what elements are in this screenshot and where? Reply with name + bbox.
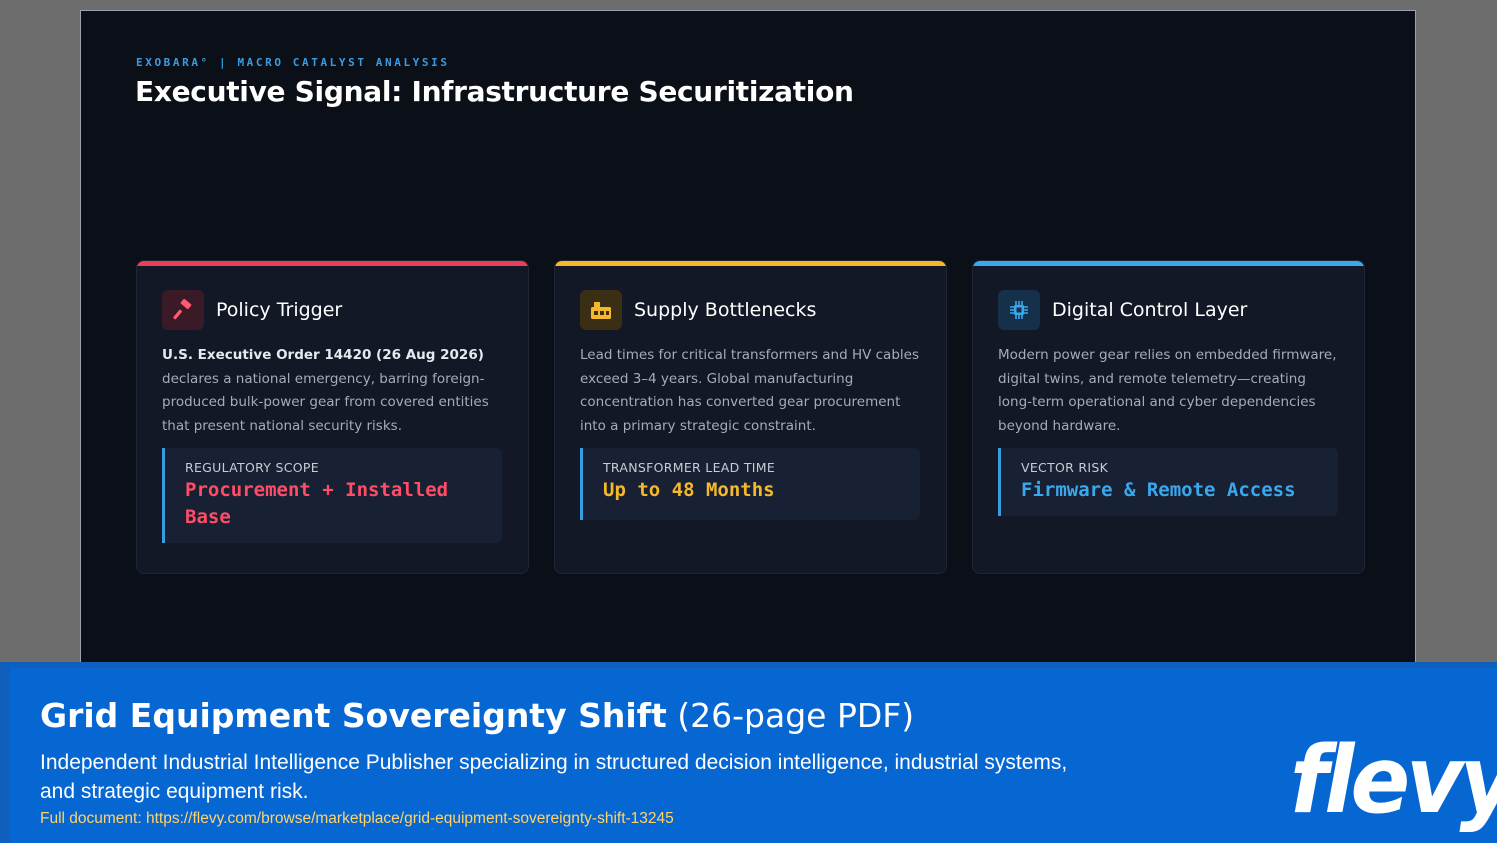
- card-policy-trigger: Policy Trigger U.S. Executive Order 1442…: [136, 260, 529, 574]
- card-header: Policy Trigger: [162, 290, 342, 330]
- card-body: U.S. Executive Order 14420 (26 Aug 2026)…: [162, 344, 507, 438]
- callout-value: Up to 48 Months: [603, 479, 775, 501]
- callout-box: VECTOR RISK Firmware & Remote Access: [998, 448, 1338, 516]
- card-accent-bar: [973, 261, 1364, 266]
- card-title: Policy Trigger: [216, 299, 343, 321]
- document-title-main: Grid Equipment Sovereignty Shift: [40, 696, 667, 735]
- card-body: Modern power gear relies on embedded fir…: [998, 344, 1343, 438]
- card-body-text: declares a national emergency, barring f…: [162, 370, 489, 434]
- card-accent-bar: [137, 261, 528, 266]
- card-title: Supply Bottlenecks: [634, 299, 817, 321]
- document-description: Independent Industrial Intelligence Publ…: [40, 751, 1068, 803]
- card-body-text: Lead times for critical transformers and…: [580, 347, 919, 434]
- card-title: Digital Control Layer: [1052, 299, 1248, 321]
- factory-icon: [580, 290, 622, 330]
- card-accent-bar: [555, 261, 946, 266]
- slide-kicker: EXOBARA° | MACRO CATALYST ANALYSIS: [136, 56, 450, 69]
- card-supply-bottlenecks: Supply Bottlenecks Lead times for critic…: [554, 260, 947, 574]
- footer-panel: Grid Equipment Sovereignty Shift (26-pag…: [10, 668, 1497, 843]
- gavel-icon: [162, 290, 204, 330]
- callout-label: VECTOR RISK: [1021, 460, 1109, 475]
- card-body-text: Modern power gear relies on embedded fir…: [998, 347, 1337, 434]
- flevy-logo[interactable]: flevy: [1290, 726, 1497, 834]
- chip-icon: [998, 290, 1040, 330]
- document-footer: Grid Equipment Sovereignty Shift (26-pag…: [0, 662, 1497, 843]
- card-digital-control-layer: Digital Control Layer Modern power gear …: [972, 260, 1365, 574]
- document-link[interactable]: Full document: https://flevy.com/browse/…: [40, 810, 674, 828]
- callout-box: TRANSFORMER LEAD TIME Up to 48 Months: [580, 448, 920, 520]
- callout-box: REGULATORY SCOPE Procurement + Installed…: [162, 448, 502, 543]
- callout-value: Procurement + Installed Base: [185, 479, 449, 528]
- callout-label: TRANSFORMER LEAD TIME: [603, 460, 776, 475]
- document-title-suffix: (26-page PDF): [666, 696, 915, 735]
- callout-label: REGULATORY SCOPE: [185, 460, 319, 475]
- card-body: Lead times for critical transformers and…: [580, 344, 925, 438]
- card-header: Supply Bottlenecks: [580, 290, 816, 330]
- document-title: Grid Equipment Sovereignty Shift (26-pag…: [40, 696, 914, 735]
- card-header: Digital Control Layer: [998, 290, 1247, 330]
- slide-preview: EXOBARA° | MACRO CATALYST ANALYSIS Execu…: [80, 10, 1416, 670]
- card-body-emphasis: U.S. Executive Order 14420 (26 Aug 2026): [162, 347, 484, 363]
- callout-value: Firmware & Remote Access: [1021, 479, 1296, 501]
- slide-title: Executive Signal: Infrastructure Securit…: [135, 75, 854, 108]
